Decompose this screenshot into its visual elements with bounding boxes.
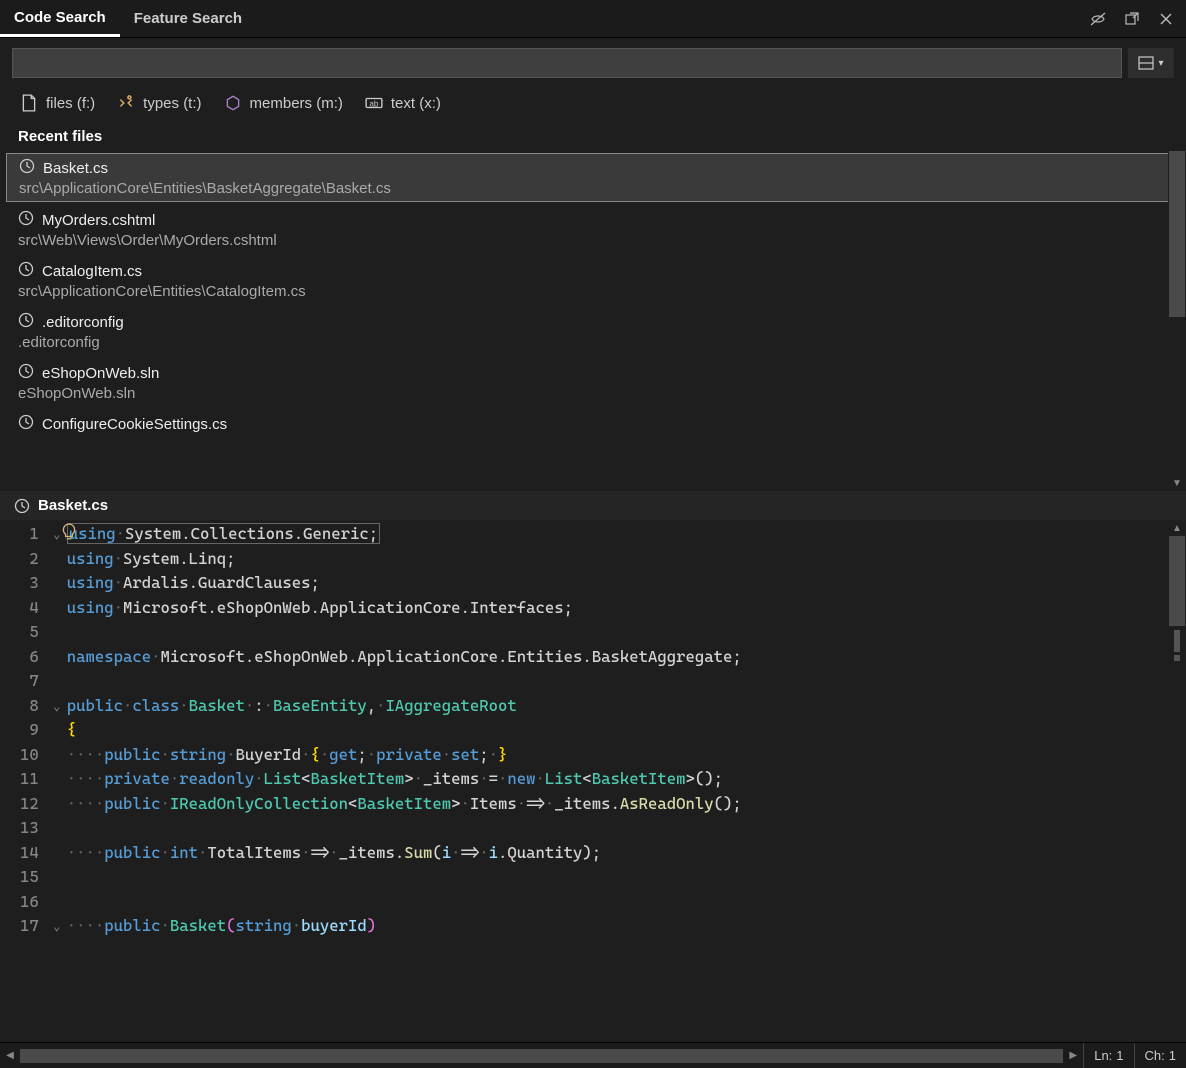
- filter-types[interactable]: types (t:): [117, 94, 201, 112]
- preview-layout-button[interactable]: ▾: [1128, 48, 1174, 78]
- lightbulb-icon[interactable]: [60, 523, 78, 541]
- code-editor[interactable]: 1234567891011121314151617 ⌄ ⌄ ⌄ using·Sy…: [0, 520, 1186, 1042]
- filter-text-label: text (x:): [391, 95, 441, 112]
- tab-code-search[interactable]: Code Search: [0, 1, 120, 37]
- result-name: ConfigureCookieSettings.cs: [42, 416, 227, 433]
- clock-icon: [18, 414, 34, 434]
- status-char[interactable]: Ch: 1: [1134, 1043, 1186, 1068]
- result-path: src\Web\Views\Order\MyOrders.cshtml: [18, 232, 1168, 249]
- editor-scrollbar-vertical[interactable]: ▲: [1168, 520, 1186, 1042]
- close-icon[interactable]: [1152, 5, 1180, 33]
- preview-filename: Basket.cs: [38, 497, 108, 514]
- clock-icon: [18, 312, 34, 332]
- list-item[interactable]: eShopOnWeb.sln eShopOnWeb.sln: [0, 357, 1186, 408]
- list-item[interactable]: CatalogItem.cs src\ApplicationCore\Entiti…: [0, 255, 1186, 306]
- list-item[interactable]: Basket.cs src\ApplicationCore\Entities\Ba…: [6, 153, 1180, 202]
- filter-files-label: files (f:): [46, 95, 95, 112]
- chevron-down-icon: ▾: [1158, 58, 1163, 69]
- results-list: Basket.cs src\ApplicationCore\Entities\Ba…: [0, 151, 1186, 491]
- popout-icon[interactable]: [1118, 5, 1146, 33]
- clock-icon: [18, 261, 34, 281]
- search-input[interactable]: [12, 48, 1122, 78]
- filter-members[interactable]: members (m:): [224, 94, 343, 112]
- clock-icon: [14, 498, 30, 514]
- editor-scrollbar-horizontal[interactable]: ◀ ▶: [0, 1047, 1083, 1065]
- results-scrollbar[interactable]: ▼: [1168, 151, 1186, 491]
- clock-icon: [19, 158, 35, 178]
- result-name: .editorconfig: [42, 314, 124, 331]
- list-item[interactable]: MyOrders.cshtml src\Web\Views\Order\MyOrd…: [0, 204, 1186, 255]
- list-item[interactable]: .editorconfig .editorconfig: [0, 306, 1186, 357]
- result-name: Basket.cs: [43, 160, 108, 177]
- recent-files-heading: Recent files: [0, 122, 1186, 151]
- result-path: .editorconfig: [18, 334, 1168, 351]
- result-name: MyOrders.cshtml: [42, 212, 155, 229]
- result-name: eShopOnWeb.sln: [42, 365, 159, 382]
- result-name: CatalogItem.cs: [42, 263, 142, 280]
- filter-text[interactable]: ab text (x:): [365, 94, 441, 112]
- clock-icon: [18, 363, 34, 383]
- result-path: eShopOnWeb.sln: [18, 385, 1168, 402]
- result-path: src\ApplicationCore\Entities\CatalogItem…: [18, 283, 1168, 300]
- clock-icon: [18, 210, 34, 230]
- preview-toggle-icon[interactable]: [1084, 5, 1112, 33]
- tab-feature-search[interactable]: Feature Search: [120, 2, 256, 35]
- result-path: src\ApplicationCore\Entities\BasketAggre…: [19, 180, 1167, 197]
- filter-types-label: types (t:): [143, 95, 201, 112]
- status-line[interactable]: Ln: 1: [1083, 1043, 1133, 1068]
- filter-files[interactable]: files (f:): [20, 94, 95, 112]
- filter-members-label: members (m:): [250, 95, 343, 112]
- svg-text:ab: ab: [369, 99, 378, 108]
- list-item[interactable]: ConfigureCookieSettings.cs: [0, 408, 1186, 440]
